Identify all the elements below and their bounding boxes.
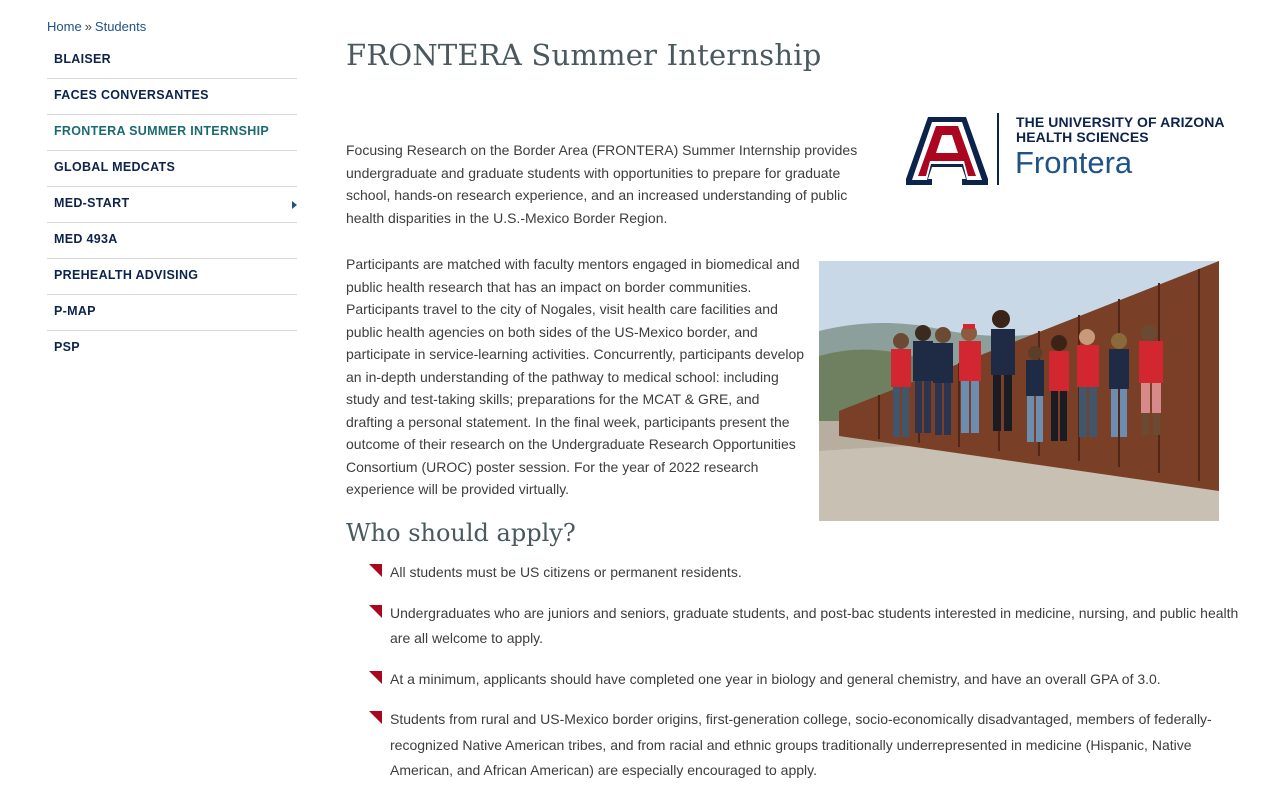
sidebar-item-label: MED-START (54, 196, 130, 210)
requirement-text: At a minimum, applicants should have com… (390, 670, 1161, 687)
logo-divider (997, 113, 999, 185)
breadcrumb-students-link[interactable]: Students (95, 19, 146, 34)
breadcrumb-separator: » (84, 19, 92, 34)
sidebar-item-prehealth-advising[interactable]: PREHEALTH ADVISING (47, 259, 297, 295)
sidebar-item-blaiser[interactable]: BLAISER (47, 43, 297, 79)
breadcrumb-home-link[interactable]: Home (47, 19, 82, 34)
sidebar-item-med-start[interactable]: MED-START (47, 187, 297, 223)
sidebar-item-label: BLAISER (54, 52, 111, 66)
sidebar-item-label: P-MAP (54, 304, 96, 318)
group-photo (819, 261, 1219, 521)
breadcrumb: Home» Students (47, 19, 146, 34)
caret-right-icon[interactable] (292, 201, 297, 209)
list-item: Students from rural and US-Mexico border… (369, 707, 1239, 784)
requirements-list: All students must be US citizens or perm… (369, 560, 1239, 799)
sidebar-item-label: MED 493A (54, 232, 118, 246)
requirement-text: Students from rural and US-Mexico border… (390, 711, 1212, 778)
requirement-text: Undergraduates who are juniors and senio… (390, 604, 1239, 647)
sidebar-item-global-medcats[interactable]: GLOBAL MEDCATS (47, 151, 297, 187)
sidebar-item-faces-conversantes[interactable]: FACES CONVERSANTES (47, 79, 297, 115)
sidebar-item-label: PSP (54, 340, 80, 354)
sidebar-item-psp[interactable]: PSP (47, 331, 297, 366)
red-triangle-bullet-icon (369, 711, 382, 724)
sidebar-item-p-map[interactable]: P-MAP (47, 295, 297, 331)
sidebar-item-frontera-summer-internship[interactable]: FRONTERA SUMMER INTERNSHIP (47, 115, 297, 151)
sidebar-item-label: FACES CONVERSANTES (54, 88, 209, 102)
details-paragraph: Participants are matched with faculty me… (346, 256, 805, 497)
requirement-text: All students must be US citizens or perm… (390, 564, 742, 580)
list-item: All students must be US citizens or perm… (369, 560, 1239, 586)
frontera-logo: ® THE UNIVERSITY OF ARIZONA HEALTH SCIEN… (906, 113, 1225, 188)
red-triangle-bullet-icon (369, 670, 382, 684)
red-triangle-bullet-icon (369, 564, 382, 577)
sidebar-nav: BLAISER FACES CONVERSANTES FRONTERA SUMM… (47, 43, 297, 366)
page-title: FRONTERA Summer Internship (346, 38, 822, 72)
logo-university-name: THE UNIVERSITY OF ARIZONA (1016, 114, 1225, 130)
sidebar-item-med-493a[interactable]: MED 493A (47, 223, 297, 259)
red-triangle-bullet-icon (369, 604, 382, 618)
block-a-icon: ® (906, 117, 988, 185)
list-item: Undergraduates who are juniors and senio… (369, 601, 1239, 652)
svg-text:®: ® (984, 180, 988, 185)
logo-frontera-wordmark: Frontera (1015, 145, 1133, 180)
sidebar-item-label: FRONTERA SUMMER INTERNSHIP (54, 124, 269, 138)
sidebar-item-label: GLOBAL MEDCATS (54, 160, 176, 174)
who-should-apply-heading: Who should apply? (346, 519, 576, 547)
logo-health-sciences: HEALTH SCIENCES (1016, 129, 1149, 145)
sidebar-item-label: PREHEALTH ADVISING (54, 268, 199, 282)
group-photo-image (819, 261, 1219, 521)
intro-paragraph: Focusing Research on the Border Area (FR… (346, 142, 858, 226)
list-item: At a minimum, applicants should have com… (369, 667, 1239, 693)
